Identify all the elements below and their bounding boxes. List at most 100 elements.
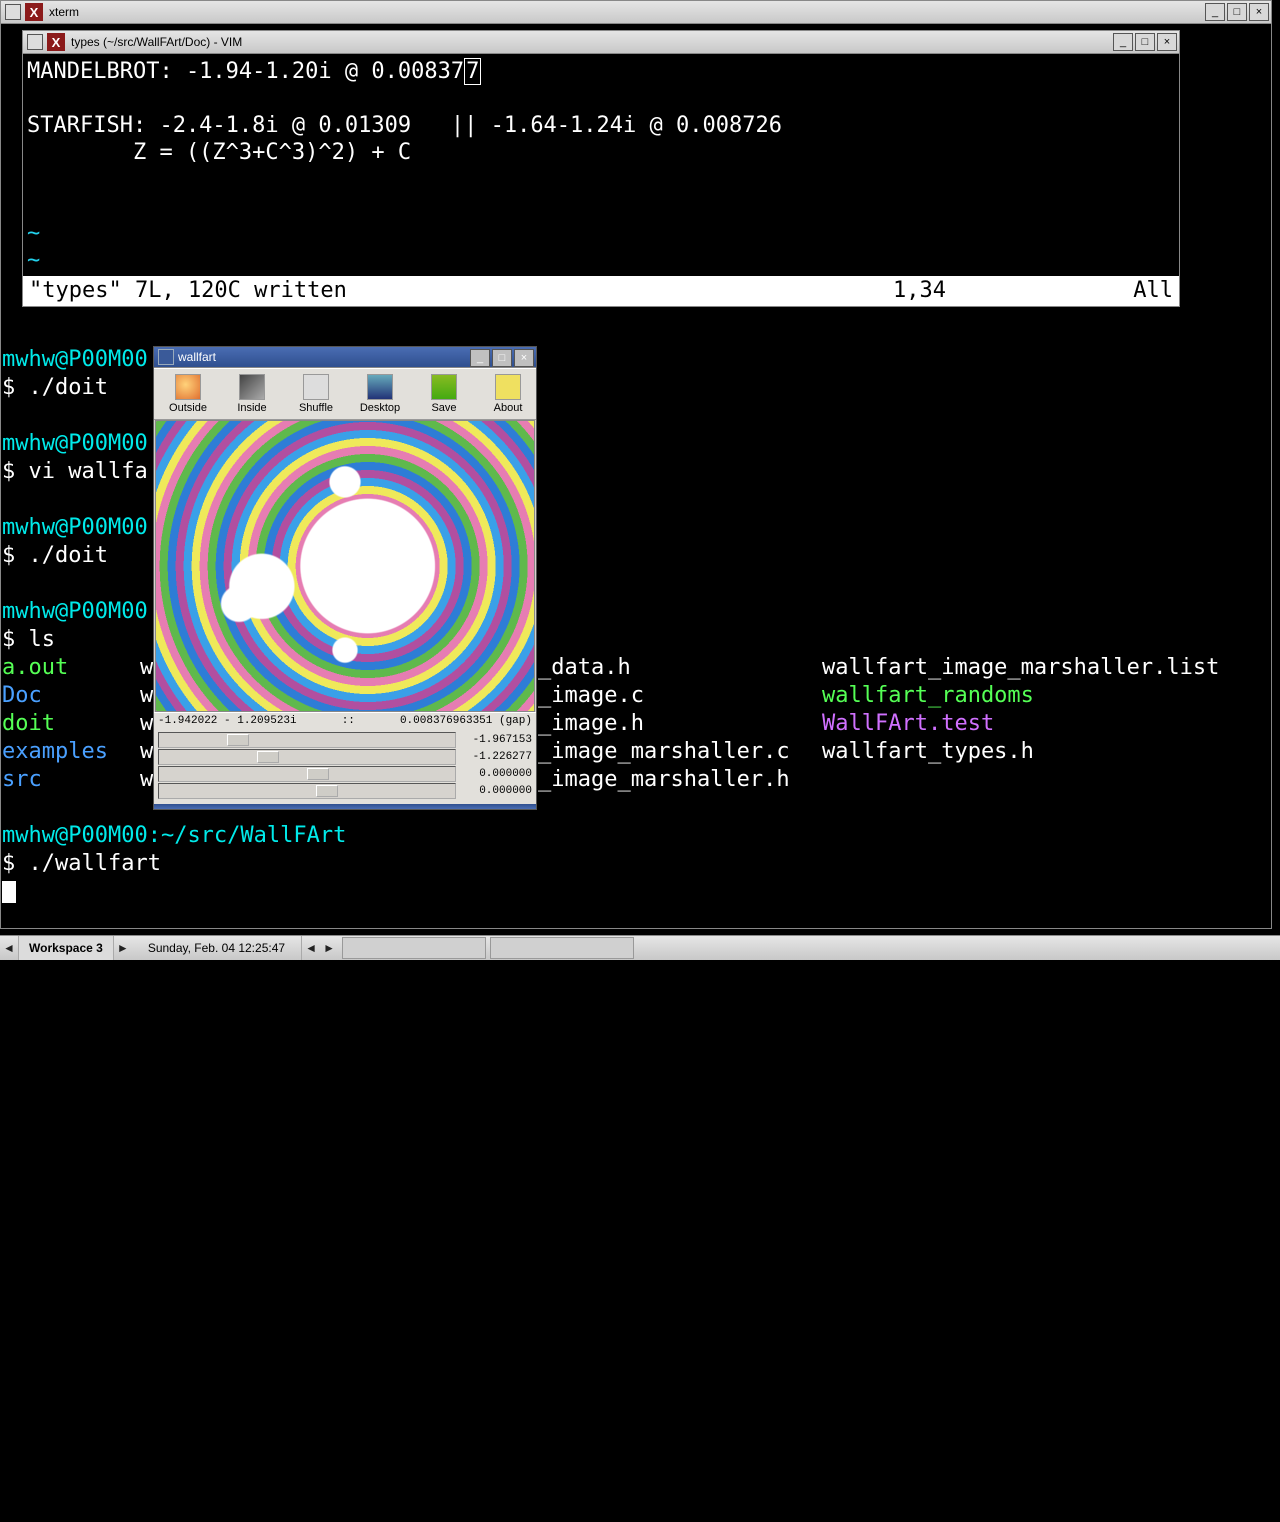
slider-real-thumb[interactable] [227,734,249,746]
ls-doc: Doc [2,683,42,708]
task-button-1[interactable] [342,937,486,959]
ls-doit: doit [2,711,55,736]
slider-real-track[interactable] [158,732,456,748]
tasks-scroll-left-icon[interactable]: ◄ [302,941,320,955]
shuffle-icon [303,374,329,400]
prompt-cut: mwhw@P00M00 [2,347,148,372]
slider-imag: -1.226277 [158,749,532,765]
prompt-last-path: :~/src/WallFArt [148,823,347,848]
save-icon [431,374,457,400]
task-button-2[interactable] [490,937,634,959]
vim-line-4: Z = ((Z^3+C^3)^2) + C [27,140,411,165]
slider-3-track[interactable] [158,766,456,782]
vim-status-msg: "types" 7L, 120C written [29,276,893,306]
prompt-last-user: mwhw@P00M00 [2,823,148,848]
ls-aout: a.out [2,655,68,680]
workspace-label[interactable]: Workspace 3 [18,936,114,960]
vim-status-pct: All [1093,276,1173,306]
vim-maximize-button[interactable]: □ [1135,33,1155,51]
wallfart-close-button[interactable]: × [514,349,534,367]
inside-icon [239,374,265,400]
xterm-minimize-button[interactable]: _ [1205,3,1225,21]
ls-src: src [2,767,42,792]
xterm-maximize-button[interactable]: □ [1227,3,1247,21]
vim-status-line: "types" 7L, 120C written 1,34 All [23,276,1179,306]
wallfart-minimize-button[interactable]: _ [470,349,490,367]
outside-button[interactable]: Outside [156,371,220,417]
ls-col3-1: _image.c [538,683,644,708]
xterm-titlebar[interactable]: xterm _ □ × [1,1,1271,24]
slider-imag-value: -1.226277 [460,751,532,763]
prompt-cut-4: mwhw@P00M00 [2,599,148,624]
vim-buffer[interactable]: MANDELBROT: -1.94-1.20i @ 0.008377 STARF… [23,54,1179,276]
ls-col3-3: _image_marshaller.c [538,739,790,764]
ls-col4-1: wallfart_randoms [822,683,1034,708]
cmd-3: ./doit [29,543,108,568]
tasks-scroll-right-icon[interactable]: ► [320,941,338,955]
slider-3-thumb[interactable] [307,768,329,780]
pager-left-icon[interactable]: ◄ [0,941,18,955]
prompt-cut-3: mwhw@P00M00 [2,515,148,540]
save-button[interactable]: Save [412,371,476,417]
xterm-close-button[interactable]: × [1249,3,1269,21]
ls-col4-2: WallFArt.test [822,711,994,736]
coord-value: -1.942022 - 1.209523i [158,715,297,727]
taskbar-clock: Sunday, Feb. 04 12:25:47 [132,936,302,960]
vim-status-pos: 1,34 [893,276,1093,306]
prompt-cut-2: mwhw@P00M00 [2,431,148,456]
ls-col3-0: _data.h [538,655,631,680]
cmd-2: vi wallfa [29,459,148,484]
gap-value: 0.008376963351 (gap) [400,715,532,727]
xterm-icon [25,3,43,21]
taskbar: ◄ Workspace 3 ► Sunday, Feb. 04 12:25:47… [0,935,1280,960]
shuffle-button[interactable]: Shuffle [284,371,348,417]
slider-real: -1.967153 [158,732,532,748]
slider-real-value: -1.967153 [460,734,532,746]
cmd-5: ./wallfart [29,851,161,876]
vim-tilde-1: ~ [27,221,40,246]
task-1-icon [345,940,361,956]
ls-col4-0: wallfart_image_marshaller.list [822,655,1219,680]
xterm-title: xterm [49,5,79,19]
outside-icon [175,374,201,400]
vim-titlebar[interactable]: types (~/src/WallFArt/Doc) - VIM _ □ × [23,31,1179,54]
slider-3: 0.000000 [158,766,532,782]
vim-line-3: STARFISH: -2.4-1.8i @ 0.01309 || -1.64-1… [27,113,782,138]
slider-4-value: 0.000000 [460,785,532,797]
slider-4-thumb[interactable] [316,785,338,797]
wallfart-sysmenu[interactable] [158,349,174,365]
coord-sep: :: [342,715,355,727]
vim-minimize-button[interactable]: _ [1113,33,1133,51]
wallfart-titlebar[interactable]: wallfart _ □ × [154,347,536,368]
fractal-canvas[interactable] [155,420,535,712]
xterm-sysmenu[interactable] [5,4,21,20]
ls-col3-4: _image_marshaller.h [538,767,790,792]
ls-col3-2: _image.h [538,711,644,736]
slider-imag-thumb[interactable] [257,751,279,763]
slider-4-track[interactable] [158,783,456,799]
slider-4: 0.000000 [158,783,532,799]
desktop-button[interactable]: Desktop [348,371,412,417]
slider-3-value: 0.000000 [460,768,532,780]
vim-close-button[interactable]: × [1157,33,1177,51]
vim-cursor: 7 [464,58,481,85]
wallfart-toolbar: Outside Inside Shuffle Desktop Save Abou… [154,368,536,420]
coord-readout: -1.942022 - 1.209523i :: 0.008376963351 … [154,712,536,729]
vim-window: types (~/src/WallFArt/Doc) - VIM _ □ × M… [22,30,1180,307]
wallfart-title: wallfart [178,350,216,364]
wallfart-maximize-button[interactable]: □ [492,349,512,367]
vim-line-1a: MANDELBROT: -1.94-1.20i @ 0.00837 [27,59,464,84]
pager-right-icon[interactable]: ► [114,941,132,955]
vim-title: types (~/src/WallFArt/Doc) - VIM [71,35,242,49]
vim-icon [47,33,65,51]
about-button[interactable]: About [476,371,540,417]
terminal-cursor [2,881,16,903]
cmd-1: ./doit [29,375,108,400]
slider-imag-track[interactable] [158,749,456,765]
desktop-icon [367,374,393,400]
vim-sysmenu[interactable] [27,34,43,50]
vim-tilde-2: ~ [27,248,40,273]
task-2-icon [493,940,509,956]
wallfart-resize-grip[interactable] [154,804,536,809]
inside-button[interactable]: Inside [220,371,284,417]
